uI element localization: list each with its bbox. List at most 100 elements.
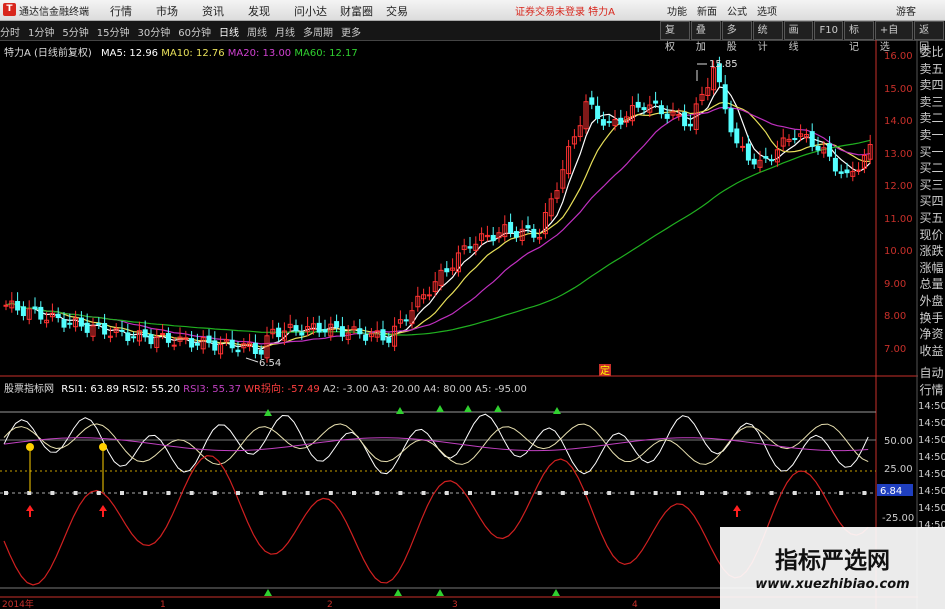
sidebar-item-ask4[interactable]: 卖四 [918,77,945,94]
sidebar-item-bid3[interactable]: 买三 [918,177,945,194]
sidebar-item-ask1[interactable]: 卖一 [918,127,945,144]
candle [490,234,496,242]
sidebar-item-commission-ratio[interactable]: 委比 [918,44,945,61]
candle [618,117,624,125]
signal-dot [584,491,588,495]
date-tick: 2014年 [2,598,34,609]
signal-dot [120,491,124,495]
tick-time: 14:50 [918,418,945,430]
candle [838,171,844,174]
up-arrow-icon [99,505,107,517]
candle [525,225,531,229]
candle [171,344,177,347]
sidebar-item-change-pct[interactable]: 涨幅 [918,260,945,277]
tick-time: 14:50 [918,503,945,515]
signal-dot [305,491,310,495]
candle [96,322,102,325]
signal-dot [96,491,101,495]
candle [339,326,345,337]
price-tick: 14.00 [884,116,913,127]
sidebar-item-earnings[interactable]: 收益 [918,343,945,360]
signal-triangle-icon [553,407,561,414]
candle [763,156,769,159]
sidebar-item-price[interactable]: 现价 [918,227,945,244]
candle [125,332,131,341]
ma10-line [5,101,871,348]
indicator-tick: 6.84 [880,486,902,497]
candle [67,322,73,325]
candle [403,319,409,322]
signal-dot [816,491,820,495]
signal-dot [4,491,8,495]
signal-triangle-icon [394,589,402,596]
candle [194,343,200,346]
tick-time: 14:50 [918,486,945,498]
signal-dot [189,491,194,495]
candle [844,169,850,174]
rsi1-line [3,413,869,475]
price-axis: 16.00 15.00 14.00 13.00 12.00 11.00 10.0… [884,51,913,355]
candle [687,123,693,127]
signal-dot [468,491,472,495]
watermark-url: www.xuezhibiao.com [755,577,910,592]
signal-dot [282,491,287,495]
price-tick: 9.00 [884,279,906,290]
signal-triangle-icon [552,589,560,596]
candle [38,306,44,320]
candle [119,329,125,332]
sidebar-item-change[interactable]: 涨跌 [918,243,945,260]
candle [160,333,166,336]
tick-time: 14:50 [918,452,945,464]
candle [751,158,757,165]
kline-chart[interactable]: 16.00 15.00 14.00 13.00 12.00 11.00 10.0… [0,0,945,609]
price-tick: 10.00 [884,246,913,257]
buy-signal-dot [26,443,34,451]
sidebar-item-ask5[interactable]: 卖五 [918,61,945,78]
tick-time: 14:50 [918,401,945,413]
candle [206,335,212,344]
sidebar-item-net-assets[interactable]: 净资 [918,326,945,343]
sidebar-item-outer[interactable]: 外盘 [918,293,945,310]
candle [258,349,264,355]
candle [815,145,821,151]
candle [664,113,670,119]
candle [740,145,746,148]
signal-dot [27,491,32,495]
signal-dot [398,491,403,495]
candle [769,159,775,162]
sidebar-item-quotes[interactable]: 行情 [918,382,945,399]
indicator-tick: -25.00 [882,513,914,524]
sidebar-item-volume[interactable]: 总量 [918,276,945,293]
signal-dot [352,491,356,495]
signal-dot [537,491,542,495]
candle [745,143,751,161]
candle [131,336,137,339]
candle [316,322,322,333]
sidebar-item-ask3[interactable]: 卖三 [918,94,945,111]
price-tick: 7.00 [884,344,906,355]
sidebar-item-turnover[interactable]: 换手 [918,310,945,327]
signal-dot [769,491,774,495]
signal-triangle-icon [464,405,472,412]
candle [426,294,432,297]
sidebar-item-auto[interactable]: 自动 [918,365,945,382]
candle [357,328,363,335]
event-mark-label: 定 [600,364,610,377]
sidebar-item-bid1[interactable]: 买一 [918,144,945,161]
signal-dot [491,491,496,495]
signal-dot [514,491,519,495]
candle [856,169,862,172]
candle [658,105,664,115]
sidebar-item-bid2[interactable]: 买二 [918,160,945,177]
price-tick: 11.00 [884,214,913,225]
candle [531,228,537,238]
sidebar-item-ask2[interactable]: 卖二 [918,110,945,127]
candle [641,107,647,111]
candle [189,338,195,348]
signal-dot [653,491,658,495]
candle [792,138,798,141]
sidebar-item-bid5[interactable]: 买五 [918,210,945,227]
sidebar-item-bid4[interactable]: 买四 [918,193,945,210]
signal-dot [746,491,751,495]
signal-dot [212,491,217,495]
